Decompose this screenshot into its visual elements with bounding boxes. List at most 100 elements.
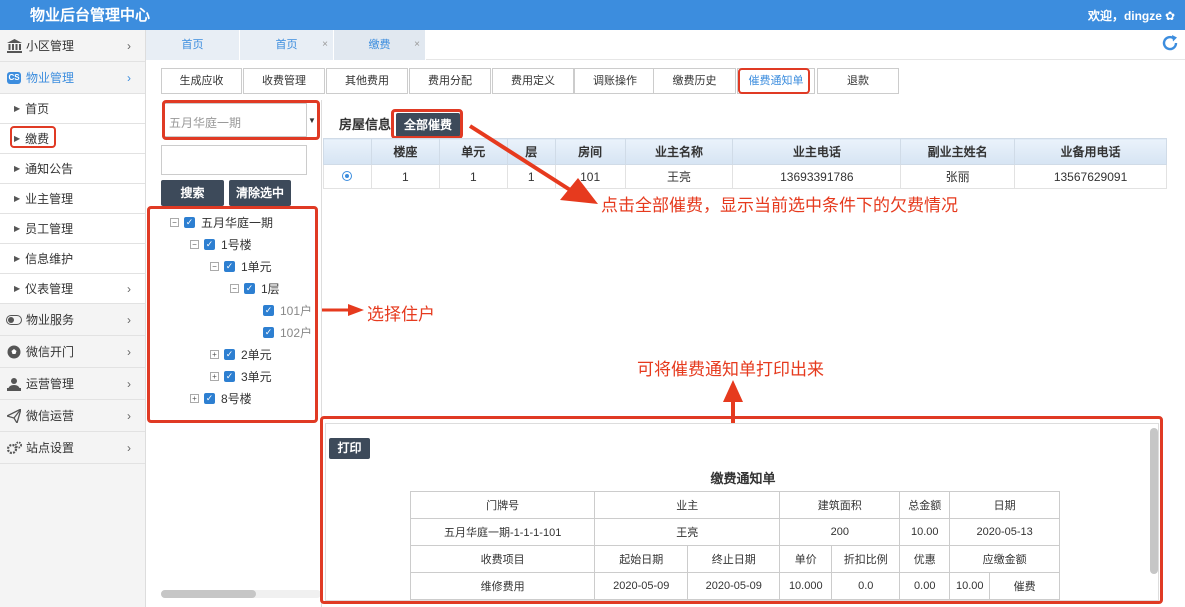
col-select <box>323 138 372 165</box>
annotation-print: 可将催费通知单打印出来 <box>637 360 824 379</box>
chevron-right-icon: › <box>127 376 131 391</box>
sidebar-subitem-meter[interactable]: ▶ 仪表管理 › <box>0 274 145 304</box>
refresh-icon[interactable] <box>1161 34 1179 57</box>
subnav-adjustment[interactable]: 调账操作 <box>574 68 656 94</box>
col-room: 房间 <box>554 138 626 165</box>
col-owner-phone: 业主电话 <box>732 138 902 165</box>
subnav-payment-history[interactable]: 缴费历史 <box>653 68 736 94</box>
chevron-right-icon: › <box>127 344 131 359</box>
sidebar-subitem-owner[interactable]: ▶ 业主管理 <box>0 184 145 214</box>
tree-horizontal-scrollbar[interactable] <box>161 590 321 598</box>
cell-owner-phone: 13693391786 <box>732 164 902 189</box>
close-icon[interactable]: × <box>322 30 328 60</box>
chevron-right-icon: › <box>127 70 131 85</box>
cell-owner-name: 王亮 <box>624 164 734 189</box>
col-owner-name: 业主名称 <box>624 138 734 165</box>
sidebar-item-label: 通知公告 <box>25 162 74 176</box>
subnav-fee-definition[interactable]: 费用定义 <box>492 68 574 94</box>
caret-right-icon: ▶ <box>14 194 21 203</box>
sidebar: 小区管理 › CS 物业管理 › ▶ 首页 ▶ 缴费 ▶ 通知公告 ▶ 业主管理 ▶ 员工… <box>0 30 146 607</box>
chevron-right-icon: › <box>127 281 131 296</box>
tab-home-2[interactable]: 首页 × <box>240 30 334 60</box>
col-vice-owner: 副业主姓名 <box>900 138 1016 165</box>
cell-floor: 1 <box>506 164 556 189</box>
sidebar-item-label: 站点设置 <box>26 441 75 455</box>
sidebar-item-wechat-door[interactable]: 微信开门 › <box>0 336 145 368</box>
sidebar-item-label: 业主管理 <box>25 192 74 206</box>
caret-right-icon: ▶ <box>14 164 21 173</box>
sidebar-item-label: 仪表管理 <box>25 282 74 296</box>
sidebar-item-label: 员工管理 <box>25 222 74 236</box>
subnav-generate-receivable[interactable]: 生成应收 <box>161 68 242 94</box>
sidebar-subitem-info[interactable]: ▶ 信息维护 <box>0 244 145 274</box>
sidebar-item-label: 微信运营 <box>26 409 75 423</box>
sidebar-item-site-settings[interactable]: 站点设置 › <box>0 432 145 464</box>
person-icon <box>6 376 22 392</box>
subnav-refund[interactable]: 退款 <box>817 68 899 94</box>
row-radio[interactable] <box>323 164 372 189</box>
cell-unit: 1 <box>438 164 508 189</box>
subnav-charge-management[interactable]: 收费管理 <box>243 68 325 94</box>
soccer-icon <box>6 344 22 360</box>
top-header: 物业后台管理中心 欢迎，dingze ✿ <box>0 0 1185 30</box>
cell-building: 1 <box>370 164 440 189</box>
highlight-notice-frame <box>320 416 1163 604</box>
cell-vice-owner: 张丽 <box>900 164 1016 189</box>
cs-icon: CS <box>7 71 21 84</box>
scrollbar-thumb[interactable] <box>161 590 256 598</box>
search-input[interactable] <box>161 145 307 175</box>
caret-right-icon: ▶ <box>14 254 21 263</box>
gears-icon <box>6 440 22 456</box>
radio-selected-icon[interactable] <box>342 170 353 181</box>
gear-icon[interactable]: ✿ <box>1165 9 1175 23</box>
cell-room: 101 <box>554 164 626 189</box>
tab-label: 缴费 <box>368 39 391 51</box>
tab-bar: 首页 首页 × 缴费 × <box>146 30 1185 60</box>
sidebar-item-label: 首页 <box>25 102 50 116</box>
sidebar-item-community[interactable]: 小区管理 › <box>0 30 145 62</box>
arrow-head <box>723 380 743 402</box>
highlight-community-select <box>162 100 320 140</box>
highlight-remind-all <box>391 109 463 139</box>
sidebar-subitem-staff[interactable]: ▶ 员工管理 <box>0 214 145 244</box>
welcome-user[interactable]: 欢迎，dingze ✿ <box>1088 7 1175 24</box>
col-building: 楼座 <box>370 138 440 165</box>
table-row[interactable]: 1 1 1 101 王亮 13693391786 张丽 13567629091 <box>323 164 1167 189</box>
tab-label: 首页 <box>275 39 298 51</box>
tab-label: 首页 <box>181 39 204 51</box>
sidebar-item-operation[interactable]: 运营管理 › <box>0 368 145 400</box>
paper-plane-icon <box>6 408 22 424</box>
col-backup-phone: 业备用电话 <box>1014 138 1167 165</box>
cell-backup-phone: 13567629091 <box>1014 164 1167 189</box>
annotation-select-resident: 选择住户 <box>367 305 435 324</box>
tab-payment[interactable]: 缴费 × <box>334 30 426 60</box>
sidebar-item-label: 微信开门 <box>26 345 75 359</box>
sidebar-item-wechat-operation[interactable]: 微信运营 › <box>0 400 145 432</box>
sidebar-subitem-notice[interactable]: ▶ 通知公告 <box>0 154 145 184</box>
sidebar-item-label: 小区管理 <box>26 39 75 53</box>
highlight-tree <box>147 206 318 423</box>
annotation-remind-all: 点击全部催费，显示当前选中条件下的欠费情况 <box>601 196 958 215</box>
subnav-fee-allocation[interactable]: 费用分配 <box>409 68 491 94</box>
sidebar-subitem-home[interactable]: ▶ 首页 <box>0 94 145 124</box>
sidebar-item-label: 信息维护 <box>25 252 74 266</box>
chevron-right-icon: › <box>127 38 131 53</box>
search-button[interactable]: 搜索 <box>161 180 224 206</box>
house-table: 楼座 单元 层 房间 业主名称 业主电话 副业主姓名 业备用电话 1 1 1 1… <box>323 138 1167 189</box>
caret-right-icon: ▶ <box>14 284 21 293</box>
tab-home-1[interactable]: 首页 <box>146 30 240 60</box>
house-info-title: 房屋信息 <box>339 117 392 132</box>
caret-right-icon: ▶ <box>14 104 21 113</box>
close-icon[interactable]: × <box>414 30 420 60</box>
sidebar-item-property[interactable]: CS 物业管理 › <box>0 62 145 94</box>
chevron-right-icon: › <box>127 440 131 455</box>
chevron-right-icon: › <box>127 312 131 327</box>
sidebar-item-service[interactable]: 物业服务 › <box>0 304 145 336</box>
welcome-text: 欢迎，dingze <box>1087 9 1162 23</box>
sidebar-item-label: 运营管理 <box>26 377 75 391</box>
subnav-other-fees[interactable]: 其他费用 <box>326 68 408 94</box>
highlight-payment-menu <box>10 126 56 148</box>
caret-right-icon: ▶ <box>14 224 21 233</box>
highlight-notice-tab <box>738 68 810 94</box>
clear-selection-button[interactable]: 清除选中 <box>229 180 291 206</box>
